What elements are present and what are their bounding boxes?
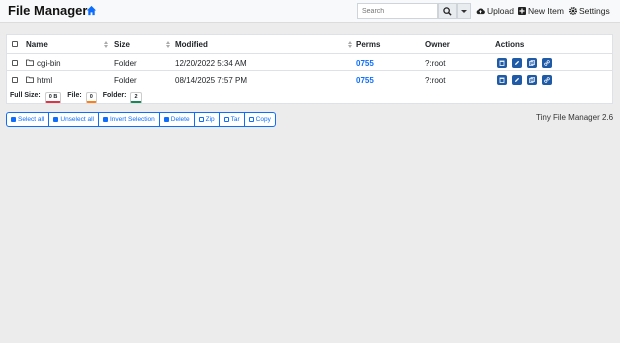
column-header-actions: Actions — [495, 40, 525, 49]
file-size: Folder — [114, 59, 137, 68]
delete-selected-button[interactable]: Delete — [160, 113, 195, 126]
perms-link[interactable]: 0755 — [356, 76, 374, 85]
copy-icon — [529, 60, 535, 66]
file-owner: ?:root — [425, 59, 446, 68]
link-icon — [544, 77, 550, 83]
search-button[interactable] — [438, 3, 457, 19]
file-count-label: File: — [67, 92, 82, 99]
table-row: html Folder 08/14/2025 7:57 PM 0755 ?:ro… — [7, 70, 612, 88]
tar-label: Tar — [230, 116, 240, 123]
search-options-dropdown[interactable] — [457, 3, 471, 19]
search-icon — [443, 7, 452, 16]
trash-icon — [499, 60, 505, 66]
select-all-label: Select all — [18, 116, 45, 123]
invert-selection-button[interactable]: Invert Selection — [99, 113, 160, 126]
upload-link[interactable]: Upload — [476, 6, 514, 16]
settings-link[interactable]: Settings — [569, 6, 610, 16]
folder-count-badge: 2 — [130, 92, 142, 103]
folder-icon — [26, 59, 34, 66]
full-size-label: Full Size: — [10, 92, 41, 99]
file-owner: ?:root — [425, 76, 446, 85]
folder-stats: Full Size: 0 B File: 0 Folder: 2 — [10, 90, 148, 103]
app-title[interactable]: File Manager — [8, 3, 87, 18]
column-header-size[interactable]: Size — [114, 40, 130, 49]
tar-button[interactable]: Tar — [220, 113, 245, 126]
caret-down-icon — [461, 10, 467, 13]
new-item-link[interactable]: New Item — [518, 6, 564, 16]
sort-icon[interactable] — [166, 41, 170, 48]
file-table: Name Size Modified Perms Owner Actions c… — [6, 34, 613, 104]
direct-link-action-button[interactable] — [542, 58, 552, 68]
copy-icon — [248, 117, 254, 122]
zip-label: Zip — [205, 116, 215, 123]
rename-action-button[interactable] — [512, 58, 522, 68]
select-all-checkbox[interactable] — [12, 41, 18, 47]
full-size-badge: 0 B — [44, 92, 62, 103]
trash-icon — [163, 117, 169, 122]
folder-count-label: Folder: — [102, 92, 127, 99]
row-checkbox[interactable] — [12, 77, 18, 83]
zip-button[interactable]: Zip — [195, 113, 220, 126]
top-navbar: File Manager Upload New Item Settings — [0, 0, 620, 23]
file-modified: 08/14/2025 7:57 PM — [175, 76, 248, 85]
file-modified: 12/20/2022 5:34 AM — [175, 59, 247, 68]
search-input[interactable] — [357, 3, 438, 19]
pencil-icon — [515, 60, 520, 65]
folder-icon — [26, 76, 34, 83]
new-item-label: New Item — [528, 6, 564, 16]
delete-action-button[interactable] — [497, 75, 507, 85]
rename-action-button[interactable] — [512, 75, 522, 85]
upload-label: Upload — [487, 6, 514, 16]
copy-action-button[interactable] — [527, 58, 537, 68]
direct-link-action-button[interactable] — [542, 75, 552, 85]
file-name-link[interactable]: html — [37, 76, 52, 85]
unselect-all-label: Unselect all — [60, 116, 94, 123]
copy-icon — [529, 77, 535, 83]
gear-icon — [569, 7, 577, 15]
row-checkbox[interactable] — [12, 60, 18, 66]
home-icon[interactable] — [86, 5, 97, 16]
file-count-badge: 0 — [85, 92, 97, 103]
invert-selection-label: Invert Selection — [109, 116, 155, 123]
list-icon — [102, 117, 108, 122]
file-size: Folder — [114, 76, 137, 85]
column-header-modified[interactable]: Modified — [175, 40, 208, 49]
sort-icon[interactable] — [348, 41, 352, 48]
minus-square-icon — [53, 117, 59, 122]
file-archive-icon — [198, 117, 204, 122]
link-icon — [544, 60, 550, 66]
column-header-perms: Perms — [356, 40, 381, 49]
file-archive-icon — [223, 117, 229, 122]
select-all-button[interactable]: Select all — [7, 113, 50, 126]
sort-icon[interactable] — [104, 41, 108, 48]
check-square-icon — [11, 117, 16, 122]
plus-square-icon — [518, 7, 526, 15]
column-header-name[interactable]: Name — [26, 40, 48, 49]
trash-icon — [499, 77, 505, 83]
settings-label: Settings — [579, 6, 610, 16]
pencil-icon — [515, 77, 520, 82]
table-row: cgi-bin Folder 12/20/2022 5:34 AM 0755 ?… — [7, 53, 612, 71]
copy-action-button[interactable] — [527, 75, 537, 85]
perms-link[interactable]: 0755 — [356, 59, 374, 68]
delete-label: Delete — [170, 116, 190, 123]
cloud-upload-icon — [476, 8, 485, 15]
file-name-link[interactable]: cgi-bin — [37, 59, 61, 68]
delete-action-button[interactable] — [497, 58, 507, 68]
unselect-all-button[interactable]: Unselect all — [49, 113, 99, 126]
table-header-row: Name Size Modified Perms Owner Actions — [7, 35, 612, 53]
copy-selected-button[interactable]: Copy — [245, 113, 275, 126]
column-header-owner: Owner — [425, 40, 450, 49]
bulk-actions-toolbar: Select all Unselect all Invert Selection… — [6, 112, 276, 127]
copy-label: Copy — [255, 116, 271, 123]
version-text: Tiny File Manager 2.6 — [536, 113, 614, 122]
